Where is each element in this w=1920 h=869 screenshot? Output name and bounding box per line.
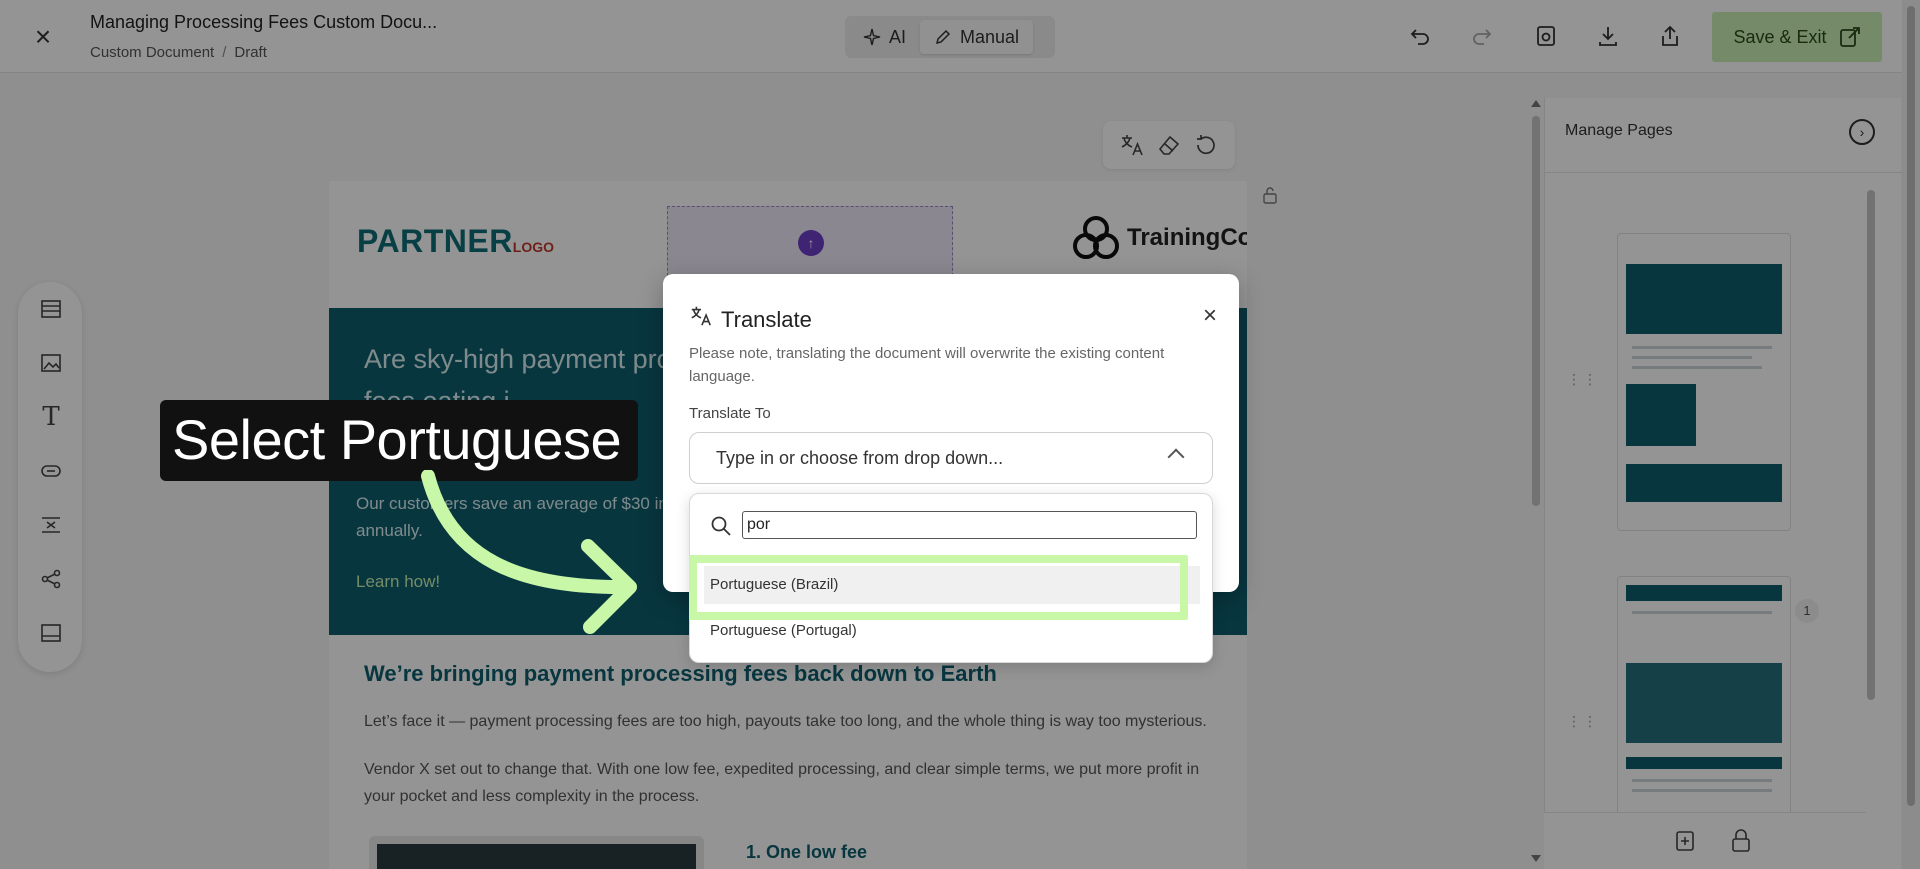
- search-icon: [711, 516, 731, 536]
- modal-note: Please note, translating the document wi…: [689, 345, 1165, 385]
- language-select-placeholder: Type in or choose from drop down...: [716, 448, 1004, 468]
- language-select[interactable]: Type in or choose from drop down...: [689, 432, 1213, 484]
- close-icon[interactable]: ×: [1203, 304, 1217, 328]
- guide-arrow-icon: [421, 470, 637, 634]
- translate-to-label: Translate To: [689, 405, 771, 422]
- guide-callout: Select Portuguese: [160, 400, 638, 481]
- language-search-input[interactable]: [742, 511, 1197, 539]
- chevron-up-icon: [1167, 448, 1185, 466]
- language-search: [704, 508, 1200, 544]
- highlight-frame: [689, 555, 1188, 620]
- callout-text: Select Portuguese: [172, 408, 622, 471]
- translate-icon: [691, 306, 711, 326]
- modal-title: Translate: [721, 307, 812, 332]
